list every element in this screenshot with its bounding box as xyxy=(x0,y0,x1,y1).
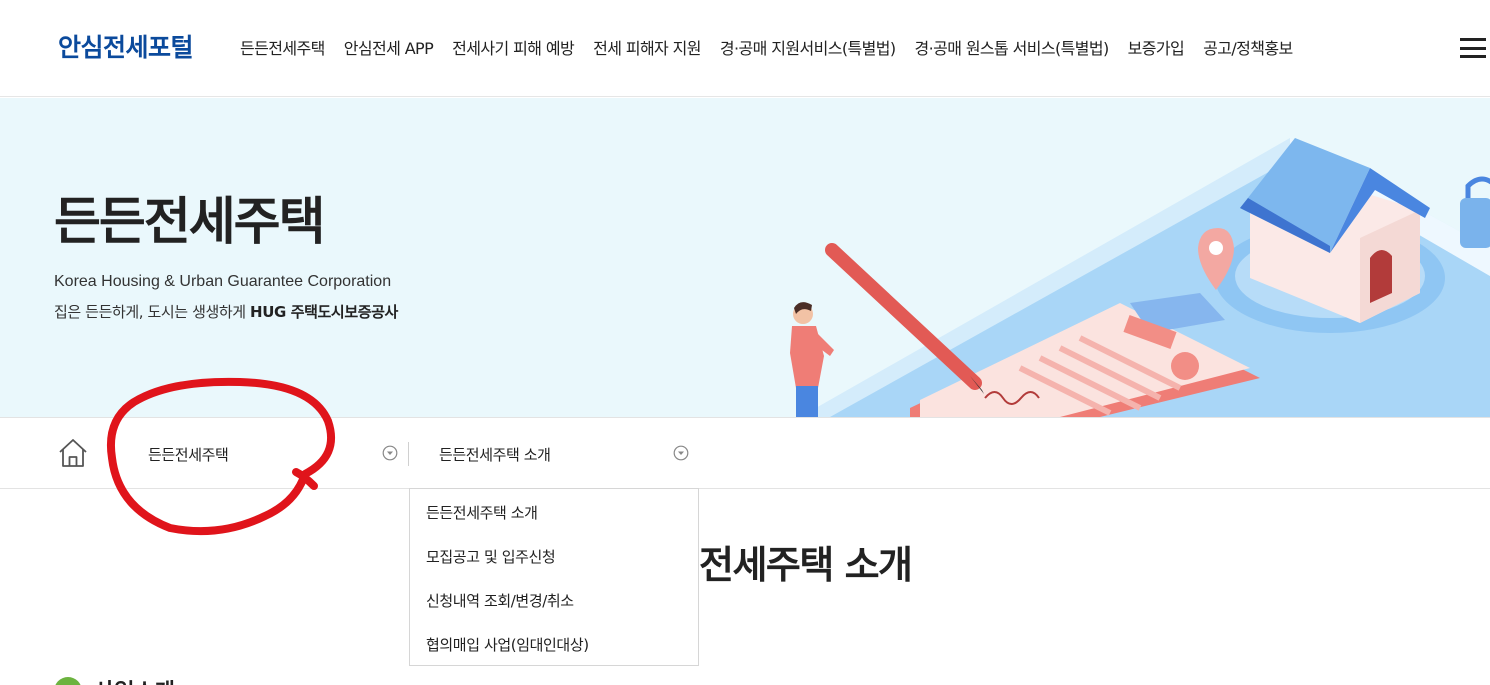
nav-item-guarantee[interactable]: 보증가입 xyxy=(1128,35,1185,59)
chevron-down-circle-icon xyxy=(382,445,398,461)
banner-subtitle-en: Korea Housing & Urban Guarantee Corporat… xyxy=(54,273,392,290)
page-title: 전세주택 소개 xyxy=(699,543,913,587)
banner-title: 든든전세주택 xyxy=(54,193,326,252)
housing-contract-illustration xyxy=(790,138,1490,417)
global-nav: 든든전세주택 안심전세 APP 전세사기 피해 예방 전세 피해자 지원 경·공… xyxy=(240,35,1312,59)
nav-item-auction-support[interactable]: 경·공매 지원서비스(특별법) xyxy=(720,35,896,59)
dropdown-item-recruit-apply[interactable]: 모집공고 및 입주신청 xyxy=(410,533,698,577)
nav-item-fraud-prevention[interactable]: 전세사기 피해 예방 xyxy=(452,35,575,59)
site-logo[interactable]: 안심전세포털 xyxy=(58,28,194,64)
nav-item-victim-support[interactable]: 전세 피해자 지원 xyxy=(593,35,701,59)
breadcrumb-depth1-label: 든든전세주택 xyxy=(148,446,229,464)
breadcrumb-depth2-label: 든든전세주택 소개 xyxy=(439,446,551,464)
section-heading: 사업소개 xyxy=(94,674,175,685)
dropdown-item-purchase-program[interactable]: 협의매입 사업(임대인대상) xyxy=(410,621,698,665)
nav-item-jeonse-house[interactable]: 든든전세주택 xyxy=(240,35,325,59)
section-bullet-icon xyxy=(54,677,82,685)
menu-icon[interactable] xyxy=(1460,38,1486,58)
company-name: HUG 주택도시보증공사 xyxy=(250,303,398,321)
breadcrumb-depth1-select[interactable]: 든든전세주택 xyxy=(148,418,400,488)
nav-item-app[interactable]: 안심전세 APP xyxy=(344,35,434,59)
depth2-dropdown-menu: 든든전세주택 소개 모집공고 및 입주신청 신청내역 조회/변경/취소 협의매입… xyxy=(409,488,699,666)
breadcrumb-depth2-select[interactable]: 든든전세주택 소개 xyxy=(439,418,691,488)
dropdown-item-intro[interactable]: 든든전세주택 소개 xyxy=(410,489,698,533)
site-header: 안심전세포털 든든전세주택 안심전세 APP 전세사기 피해 예방 전세 피해자… xyxy=(0,0,1490,97)
home-icon[interactable] xyxy=(56,436,90,470)
location-bar: 든든전세주택 든든전세주택 소개 xyxy=(0,417,1490,489)
nav-item-auction-onestop[interactable]: 경·공매 원스톱 서비스(특별법) xyxy=(914,35,1109,59)
breadcrumb-divider xyxy=(408,442,409,466)
nav-item-notice[interactable]: 공고/정책홍보 xyxy=(1203,35,1293,59)
chevron-down-circle-icon xyxy=(673,445,689,461)
dropdown-item-application-status[interactable]: 신청내역 조회/변경/취소 xyxy=(410,577,698,621)
banner-subtitle-ko: 집은 든든하게, 도시는 생생하게 HUG 주택도시보증공사 xyxy=(54,303,398,321)
hero-banner: 든든전세주택 Korea Housing & Urban Guarantee C… xyxy=(0,98,1490,417)
